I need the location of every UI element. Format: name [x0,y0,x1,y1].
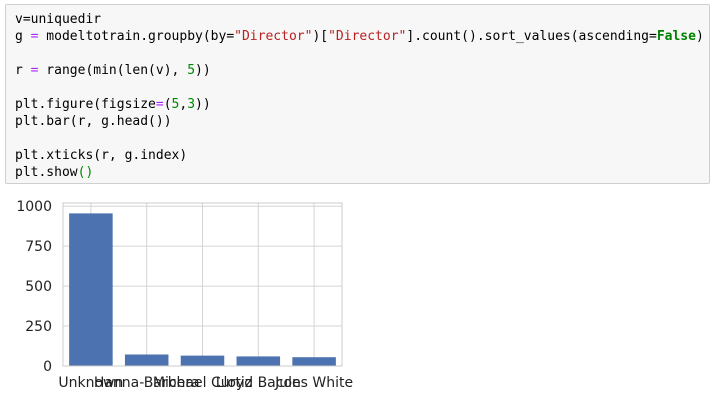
bar-chart-svg: 02505007501000UnknownHanna-BarberaMichae… [16,199,353,391]
code-token: "Director" [234,29,313,44]
code-token: )[ [312,29,329,44]
code-token: range(min(len(v), [38,63,188,78]
code-token: plt.xticks(r, g.index) [15,148,188,163]
code-token: r [15,63,31,78]
bar-5 [292,357,336,366]
code-token: ].count().sort_values(ascending= [406,29,657,44]
y-tick-label: 0 [43,359,52,375]
x-tick-label: Jules White [274,375,353,391]
bar-1 [69,213,113,366]
code-token: False [656,29,696,44]
y-tick-label: 750 [25,239,52,255]
code-editor[interactable]: v=uniquedir g = modeltotrain.groupby(by="… [15,11,704,181]
code-token: = [155,97,164,112]
code-line: plt.figure(figsize=(5,3)) [15,96,704,113]
bar-3 [180,355,225,366]
code-cell[interactable]: v=uniquedir g = modeltotrain.groupby(by="… [5,4,710,184]
code-token: () [77,165,94,180]
code-token: )) [195,97,211,112]
code-line: v=uniquedir [15,11,704,28]
bar-2 [124,354,169,366]
code-token: ( [163,97,172,112]
code-token: v=uniquedir [15,12,102,27]
code-line: r = range(min(len(v), 5)) [15,62,704,79]
code-line: g = modeltotrain.groupby(by="Director")[… [15,28,704,45]
code-token: plt.figure(figsize [15,97,156,112]
y-tick-label: 500 [25,279,52,295]
y-tick-label: 250 [25,319,52,335]
code-token: "Director" [328,29,407,44]
code-token: )) [195,63,211,78]
code-line: plt.xticks(r, g.index) [15,147,704,164]
code-line: plt.bar(r, g.head()) [15,113,704,130]
code-token: 3 [187,97,196,112]
code-line: plt.show() [15,164,704,181]
code-token: modeltotrain.groupby(by= [38,29,235,44]
output-bar-chart: 0 250 500 750 1000 Unknown Hanna-Barbera Michae… [0,188,711,405]
code-token: ) [695,29,704,44]
bar-4 [236,356,281,366]
code-token: 5 [187,63,196,78]
y-tick-label: 1000 [16,199,52,215]
code-token: g [15,29,31,44]
code-token: plt.show [15,165,78,180]
code-token: plt.bar(r, g.head()) [15,114,172,129]
